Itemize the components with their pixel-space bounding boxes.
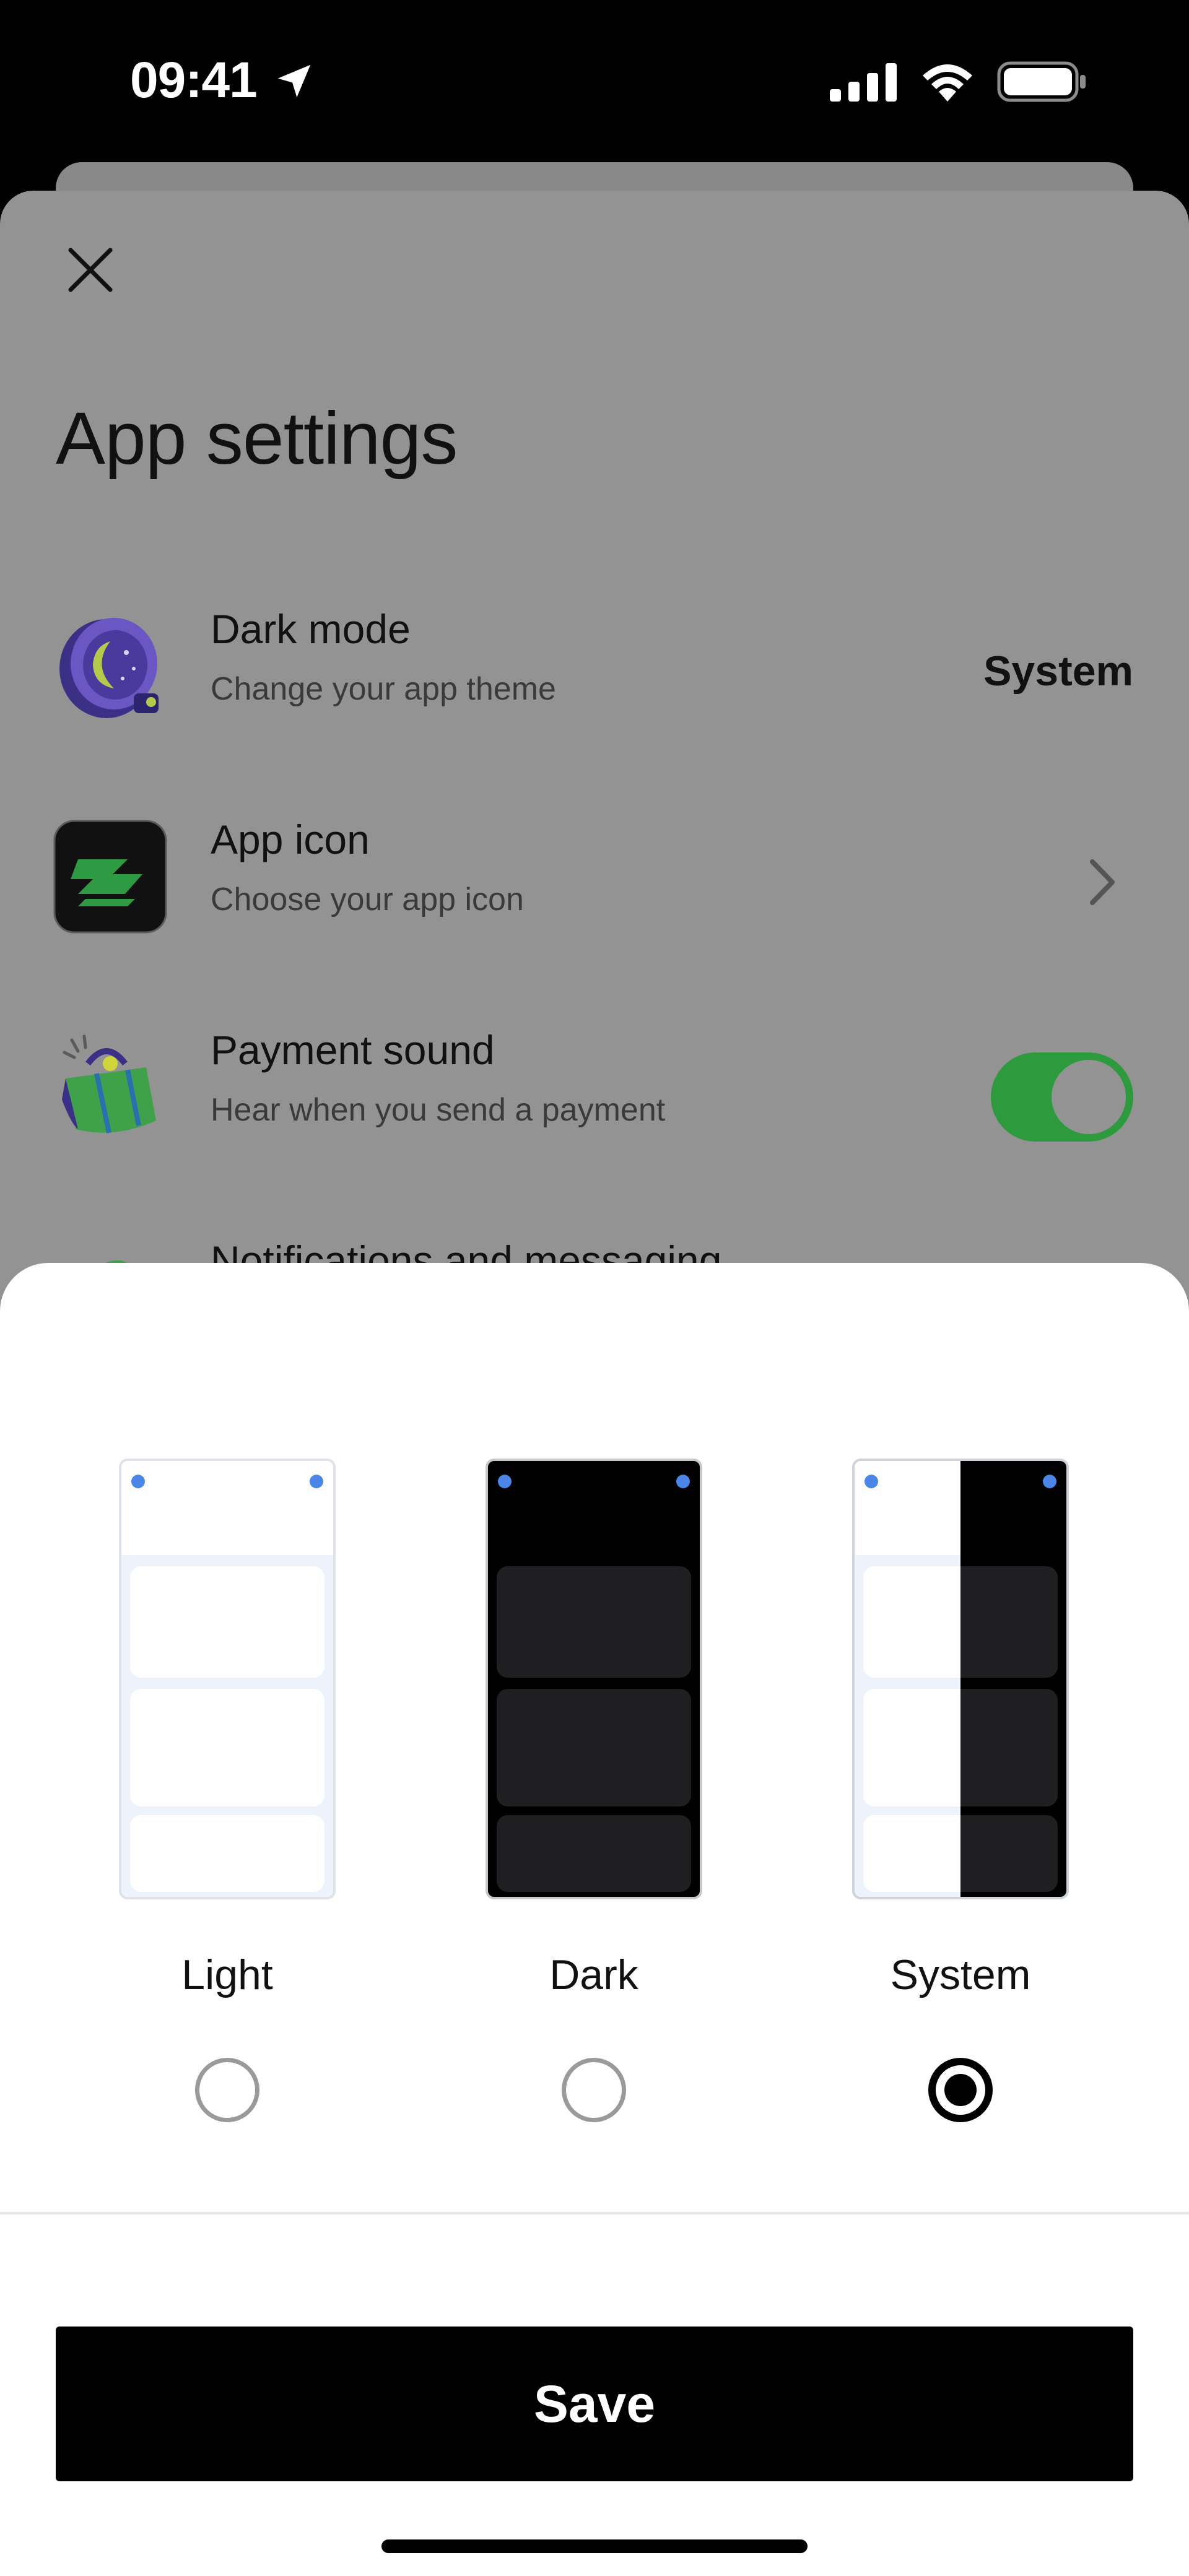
preview-dot [498,1475,512,1488]
theme-option-light[interactable]: Light [82,1430,342,2154]
save-button[interactable]: Save [56,2327,1133,2481]
app-icon-preview-icon [53,820,167,934]
row-subtitle: Choose your app icon [211,882,524,917]
theme-option-dark[interactable]: Dark [448,1430,708,2154]
radio-light[interactable] [195,2058,259,2122]
payment-sound-toggle[interactable] [991,1052,1133,1142]
dark-theme-preview [486,1459,702,1899]
settings-row-dark-mode[interactable]: Dark mode Change your app theme System [0,582,1189,743]
cellular-signal-icon [830,63,897,102]
radio-dark[interactable] [562,2058,626,2122]
screen: 09:41 App settings Dark mode Change your… [0,0,1189,2576]
status-icons [830,57,1087,106]
chevron-right-icon [1090,859,1115,905]
preview-dot [865,1475,878,1488]
row-subtitle: Hear when you send a payment [211,1092,666,1128]
battery-icon [997,61,1086,102]
home-indicator [381,2539,808,2553]
system-theme-preview [852,1459,1069,1899]
preview-card [497,1566,691,1678]
preview-card [497,1689,691,1806]
preview-dot [1043,1475,1056,1488]
dark-mode-value: System [983,648,1133,695]
row-title: Payment sound [211,1027,495,1073]
toggle-knob [1052,1060,1126,1134]
row-title: App icon [211,817,370,862]
divider [0,2212,1189,2214]
preview-dot [676,1475,690,1488]
theme-option-label: Light [181,1951,273,1998]
moon-clock-icon [59,618,159,718]
row-subtitle: Change your app theme [211,671,556,707]
preview-card [130,1689,324,1806]
close-button[interactable] [62,241,119,298]
page-title: App settings [56,397,458,480]
preview-card [863,1566,1058,1678]
close-icon [68,248,113,292]
theme-option-label: System [890,1951,1031,1998]
theme-picker-sheet: Light Dark System Save [0,1263,1189,2576]
preview-dot [310,1475,323,1488]
light-theme-preview [119,1459,336,1899]
preview-card [497,1815,691,1892]
radio-system[interactable] [928,2058,993,2122]
theme-option-system[interactable]: System [815,1430,1075,2154]
settings-row-app-icon[interactable]: App icon Choose your app icon [0,792,1189,953]
status-time: 09:41 [130,52,258,108]
preview-card [130,1815,324,1892]
settings-row-payment-sound: Payment sound Hear when you send a payme… [0,1003,1189,1164]
preview-card [130,1566,324,1678]
preview-card [863,1815,1058,1892]
theme-option-label: Dark [549,1951,638,1998]
wifi-icon [923,64,972,102]
location-arrow-icon [277,64,311,98]
row-title: Dark mode [211,606,411,652]
preview-card [863,1689,1058,1806]
shopping-bag-icon [62,1034,156,1134]
preview-dot [131,1475,145,1488]
